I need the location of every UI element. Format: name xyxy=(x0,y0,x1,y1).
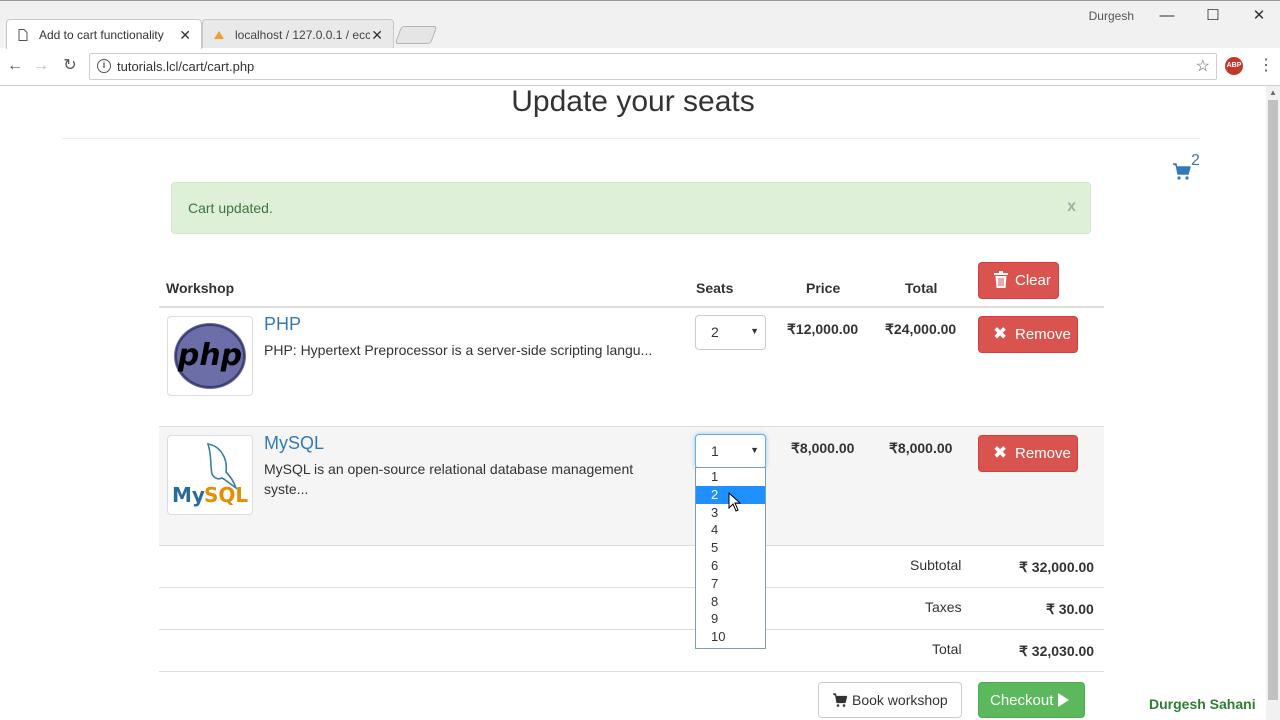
close-window-icon[interactable]: ✕ xyxy=(1236,4,1280,28)
divider xyxy=(159,587,1104,588)
workshop-description: MySQL is an open-source relational datab… xyxy=(264,461,634,497)
php-logo: php xyxy=(167,316,253,396)
book-workshop-label: Book workshop xyxy=(852,692,948,708)
tab-title: localhost / 127.0.0.1 / ecc xyxy=(235,28,370,42)
tab-add-to-cart[interactable]: Add to cart functionality ✕ xyxy=(6,19,202,49)
price-cell: ₹12,000.00 xyxy=(787,321,859,337)
info-icon[interactable]: i xyxy=(97,59,111,73)
address-bar[interactable]: i tutorials.lcl/cart/cart.php ☆ xyxy=(89,53,1217,80)
seats-value: 1 xyxy=(711,443,719,459)
cart-icon[interactable] xyxy=(1172,161,1192,181)
cart-icon xyxy=(833,693,848,707)
seats-select-php[interactable]: 2 ▼ xyxy=(695,315,766,350)
clear-label: Clear xyxy=(1015,272,1051,289)
trash-icon xyxy=(993,271,1009,293)
subtotal-value: ₹ 32,000.00 xyxy=(1019,559,1095,575)
seat-option[interactable]: 9 xyxy=(696,610,765,628)
browser-titlebar: Add to cart functionality ✕ localhost / … xyxy=(0,0,1280,49)
divider xyxy=(159,629,1104,630)
total-label: Total xyxy=(932,641,962,657)
seat-option[interactable]: 5 xyxy=(696,539,765,557)
alert-close-button[interactable]: x xyxy=(1067,198,1076,216)
checkout-label: Checkout xyxy=(990,692,1054,709)
price-cell: ₹8,000.00 xyxy=(791,440,855,456)
total-cell: ₹8,000.00 xyxy=(889,440,953,456)
total-value: ₹ 32,030.00 xyxy=(1019,643,1095,659)
profile-name[interactable]: Durgesh xyxy=(1089,9,1134,23)
header-total: Total xyxy=(905,280,938,296)
page-icon xyxy=(18,29,28,41)
chevron-down-icon: ▼ xyxy=(750,326,759,336)
book-workshop-button[interactable]: Book workshop xyxy=(818,682,962,718)
adblock-icon[interactable]: ABP xyxy=(1225,57,1243,75)
page-scrollbar[interactable]: ▲ xyxy=(1266,86,1280,720)
taxes-label: Taxes xyxy=(925,599,962,615)
minimize-icon[interactable]: — xyxy=(1144,4,1190,28)
new-tab-button[interactable] xyxy=(394,26,438,44)
remove-label: Remove xyxy=(1015,445,1071,462)
page-title: Update your seats xyxy=(511,86,755,118)
seat-option[interactable]: 1 xyxy=(696,468,765,486)
scroll-up-icon[interactable]: ▲ xyxy=(1269,88,1277,97)
seat-option[interactable]: 4 xyxy=(696,521,765,539)
svg-text:SQL: SQL xyxy=(204,483,248,507)
bookmark-star-icon[interactable]: ☆ xyxy=(1196,56,1210,76)
header-seats: Seats xyxy=(696,280,734,296)
url-text[interactable]: tutorials.lcl/cart/cart.php xyxy=(117,54,254,79)
back-icon[interactable]: ← xyxy=(5,56,25,76)
phpmyadmin-icon xyxy=(214,31,224,39)
divider xyxy=(159,545,1104,546)
reload-icon[interactable]: ↻ xyxy=(60,56,80,76)
mysql-logo: My SQL xyxy=(167,435,253,515)
play-icon xyxy=(1058,693,1069,707)
workshop-title-mysql[interactable]: MySQL xyxy=(264,433,324,454)
maximize-icon[interactable]: ☐ xyxy=(1190,4,1236,28)
close-icon: ✖ xyxy=(993,324,1008,343)
remove-button-php[interactable]: ✖ Remove xyxy=(978,316,1078,353)
close-tab-icon[interactable]: ✕ xyxy=(371,20,383,50)
browser-menu-icon[interactable]: ⋮ xyxy=(1258,55,1274,75)
chevron-down-icon: ▼ xyxy=(750,445,759,455)
alert-message: Cart updated. xyxy=(188,200,273,216)
workshop-description: PHP: Hypertext Preprocessor is a server-… xyxy=(264,342,653,358)
browser-toolbar: ← → ↻ i tutorials.lcl/cart/cart.php ☆ xyxy=(0,48,1280,86)
seat-option[interactable]: 7 xyxy=(696,575,765,593)
checkout-button[interactable]: Checkout xyxy=(978,682,1085,718)
author-watermark: Durgesh Sahani xyxy=(1149,696,1256,712)
tab-phpmyadmin[interactable]: localhost / 127.0.0.1 / ecc ✕ xyxy=(202,19,394,49)
remove-label: Remove xyxy=(1015,326,1071,343)
mouse-cursor-icon xyxy=(728,492,742,512)
divider xyxy=(62,138,1200,139)
taxes-value: ₹ 30.00 xyxy=(1046,601,1094,617)
header-workshop: Workshop xyxy=(166,280,235,296)
header-price: Price xyxy=(806,280,841,296)
svg-text:My: My xyxy=(172,483,205,507)
close-icon: ✖ xyxy=(993,443,1008,462)
remove-button-mysql[interactable]: ✖ Remove xyxy=(978,435,1078,472)
seats-select-mysql[interactable]: 1 ▼ xyxy=(695,434,766,469)
seat-option[interactable]: 10 xyxy=(696,628,765,646)
cart-count-badge[interactable]: 2 xyxy=(1191,152,1200,170)
seats-value: 2 xyxy=(711,324,719,340)
page-content: Update your seats 2 Cart updated. x Work… xyxy=(0,86,1266,720)
forward-icon[interactable]: → xyxy=(31,56,51,76)
tab-title: Add to cart functionality xyxy=(39,28,164,42)
workshop-title-php[interactable]: PHP xyxy=(264,314,301,335)
success-alert: Cart updated. x xyxy=(171,182,1091,234)
table-header-divider xyxy=(159,306,1104,308)
total-cell: ₹24,000.00 xyxy=(885,321,957,337)
close-tab-icon[interactable]: ✕ xyxy=(179,20,191,50)
divider xyxy=(159,671,1104,672)
seat-option[interactable]: 6 xyxy=(696,557,765,575)
scroll-thumb[interactable] xyxy=(1268,100,1278,700)
clear-cart-button[interactable]: Clear xyxy=(978,262,1059,299)
svg-text:php: php xyxy=(177,338,242,373)
subtotal-label: Subtotal xyxy=(910,557,962,573)
seat-option[interactable]: 8 xyxy=(696,593,765,611)
